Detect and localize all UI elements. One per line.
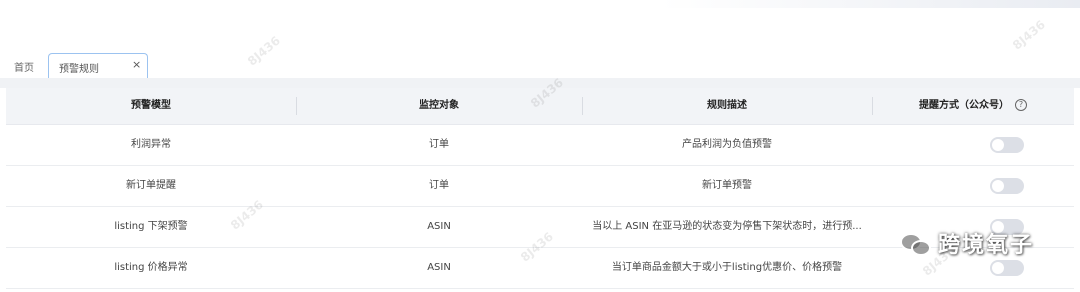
top-shade bbox=[660, 0, 1080, 8]
header-description: 规则描述 bbox=[707, 100, 747, 111]
rules-table: 预警模型 监控对象 规则描述 提醒方式（公众号）? 利润异常 订单 产品利润为负… bbox=[6, 88, 1074, 289]
cell-model: 新订单提醒 bbox=[126, 180, 176, 191]
cell-description: 新订单预警 bbox=[702, 180, 752, 191]
notify-toggle[interactable] bbox=[990, 137, 1024, 153]
brand-overlay: 跨境氧子 bbox=[900, 228, 1034, 258]
table-row: 新订单提醒 订单 新订单预警 bbox=[6, 166, 1074, 207]
cell-description: 当以上 ASIN 在亚马逊的状态变为停售下架状态时，进行预... bbox=[592, 221, 862, 232]
table-header: 预警模型 监控对象 规则描述 提醒方式（公众号）? bbox=[6, 88, 1074, 125]
top-bar bbox=[0, 0, 1080, 46]
notify-toggle[interactable] bbox=[990, 260, 1024, 276]
tab-alert-rules-label: 预警规则 bbox=[59, 64, 99, 75]
toggle-knob bbox=[992, 139, 1004, 151]
notify-toggle[interactable] bbox=[990, 178, 1024, 194]
cell-description: 当订单商品金额大于或小于listing优惠价、价格预警 bbox=[611, 262, 843, 273]
header-target: 监控对象 bbox=[419, 100, 459, 111]
header-model: 预警模型 bbox=[131, 100, 171, 111]
wechat-icon bbox=[900, 231, 931, 256]
tab-alert-rules[interactable]: 预警规则 × bbox=[48, 53, 148, 78]
toggle-knob bbox=[992, 180, 1004, 192]
header-notify: 提醒方式（公众号）? bbox=[872, 88, 1074, 124]
cell-target: ASIN bbox=[427, 262, 451, 273]
cell-model: 利润异常 bbox=[131, 139, 171, 150]
cell-target: 订单 bbox=[429, 139, 449, 150]
tab-bar: 首页 预警规则 × bbox=[0, 52, 1080, 78]
wechat-bubble bbox=[911, 240, 931, 256]
close-icon[interactable]: × bbox=[132, 59, 141, 70]
table-row: 利润异常 订单 产品利润为负值预警 bbox=[6, 125, 1074, 166]
cell-model: listing 价格异常 bbox=[114, 262, 188, 273]
toggle-knob bbox=[992, 262, 1004, 274]
header-notify-label: 提醒方式（公众号） bbox=[919, 100, 1009, 111]
content-band bbox=[0, 78, 1080, 88]
cell-target: ASIN bbox=[427, 221, 451, 232]
help-icon[interactable]: ? bbox=[1015, 99, 1027, 111]
cell-target: 订单 bbox=[429, 180, 449, 191]
cell-model: listing 下架预警 bbox=[114, 221, 188, 232]
cell-description: 产品利润为负值预警 bbox=[682, 139, 772, 150]
tab-home[interactable]: 首页 bbox=[14, 59, 34, 74]
brand-text: 跨境氧子 bbox=[938, 233, 1035, 258]
